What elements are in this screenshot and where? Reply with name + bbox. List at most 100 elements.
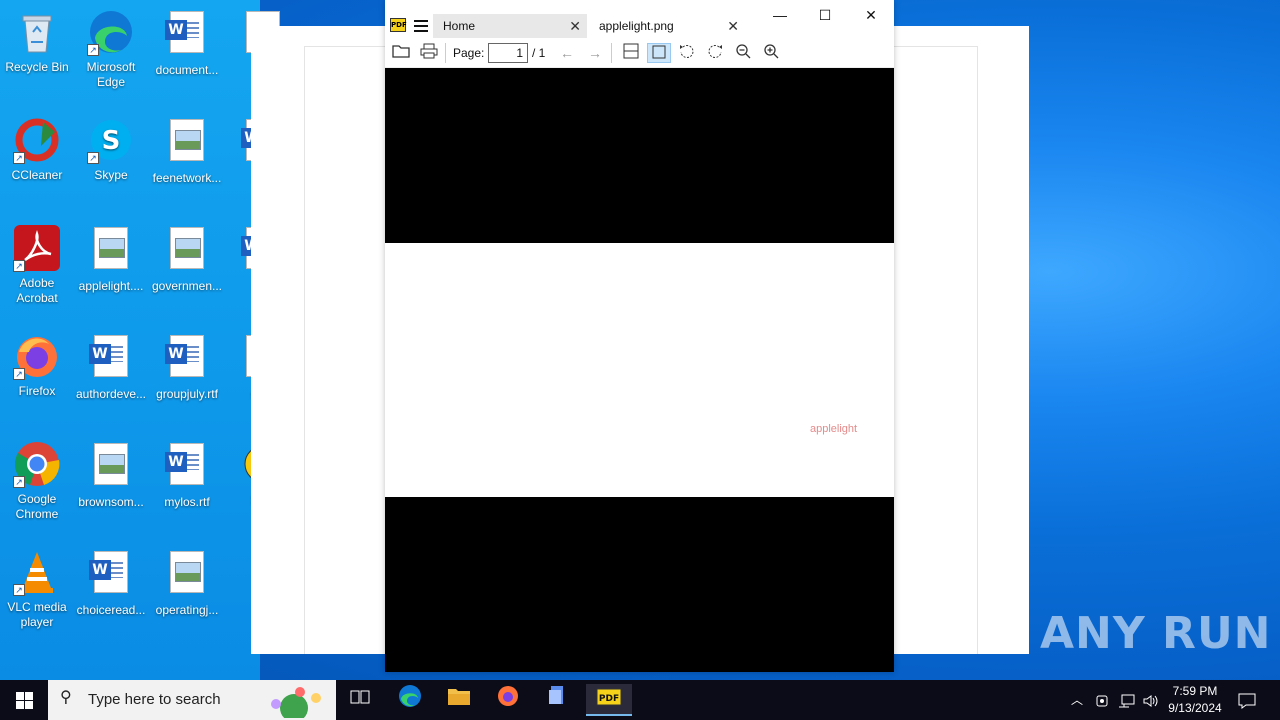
icon-label: Skype [94, 168, 128, 182]
meet-now-icon[interactable] [1095, 680, 1111, 720]
desktop-icon-ccleaner[interactable]: ↗ CCleaner [0, 116, 74, 183]
desktop-icon-governmen[interactable]: governmen... [150, 224, 224, 294]
zoom-out-icon[interactable] [732, 43, 754, 63]
firefox-icon: ↗ [13, 332, 61, 380]
icon-label: choiceread... [76, 603, 146, 617]
search-icon: ⚲ [60, 689, 72, 706]
desktop-icon-skype[interactable]: S ↗ Skype [74, 116, 148, 183]
page-number-input[interactable]: 1 [488, 43, 528, 63]
icon-label: Firefox [18, 384, 56, 398]
desktop-icon-vlc[interactable]: ↗ VLC media player [0, 548, 74, 630]
zoom-in-icon[interactable] [760, 43, 782, 63]
fit-width-icon[interactable] [620, 43, 642, 63]
tab-applelight[interactable]: applelight.png ✕ [589, 14, 745, 38]
icon-label: operatingj... [155, 603, 219, 617]
icon-label: Adobe Acrobat [16, 276, 58, 305]
icon-label: CCleaner [11, 168, 63, 182]
close-tab-icon[interactable]: ✕ [727, 14, 739, 38]
desktop-icon-applelight[interactable]: applelight.... [74, 224, 148, 294]
image-file-icon [87, 443, 135, 491]
clock-time: 7:59 PM [1172, 684, 1218, 698]
fit-page-icon[interactable] [647, 43, 671, 63]
desktop-icon-feenetwork[interactable]: feenetwork... [150, 116, 224, 186]
open-folder-icon[interactable] [391, 43, 411, 63]
search-highlight-icon [264, 684, 330, 720]
taskbar-clock[interactable]: 7:59 PM 9/13/2024 [1160, 683, 1230, 717]
word-doc-icon [87, 551, 135, 599]
word-doc-icon [163, 443, 211, 491]
tab-home[interactable]: Home ✕ [433, 14, 587, 38]
desktop-icon-microsoft-edge[interactable]: ↗ Microsoft Edge [74, 8, 148, 90]
task-view-icon[interactable] [340, 684, 380, 716]
page-total: / 1 [532, 46, 546, 60]
svg-text:S: S [102, 126, 121, 156]
start-button[interactable] [0, 680, 48, 720]
image-file-icon [163, 551, 211, 599]
chrome-icon: ↗ [13, 440, 61, 488]
desktop: Recycle Bin ↗ CCleaner ↗ Adobe Acrobat ↗… [0, 0, 1280, 680]
close-window-button[interactable]: ✕ [856, 4, 886, 26]
image-caption: applelight [810, 423, 858, 435]
desktop-icon-google-chrome[interactable]: ↗ Google Chrome [0, 440, 74, 522]
desktop-icon-recycle-bin[interactable]: Recycle Bin [0, 8, 74, 75]
pdf-viewer-window[interactable]: PDF Home ✕ applelight.png ✕ — ☐ ✕ Page: [385, 0, 894, 672]
desktop-icon-groupjuly[interactable]: groupjuly.rtf [150, 332, 224, 402]
tab-label: applelight.png [599, 19, 674, 33]
recycle-bin-icon [13, 8, 61, 56]
desktop-icon-mylos[interactable]: mylos.rtf [150, 440, 224, 510]
app-taskbar-icon[interactable] [537, 684, 577, 716]
menu-icon[interactable] [414, 20, 428, 32]
file-explorer-icon[interactable] [439, 684, 479, 716]
minimize-button[interactable]: — [765, 4, 795, 26]
network-icon[interactable] [1118, 680, 1136, 720]
rotate-left-icon[interactable] [676, 43, 698, 63]
icon-label: VLC media player [7, 600, 67, 629]
image-file-icon [163, 227, 211, 275]
image-file-icon [163, 119, 211, 167]
desktop-icon-adobe-acrobat[interactable]: ↗ Adobe Acrobat [0, 224, 74, 306]
vlc-icon: ↗ [13, 548, 61, 596]
rotate-right-icon[interactable] [704, 43, 726, 63]
icon-label: Microsoft Edge [86, 60, 136, 89]
edge-taskbar-icon[interactable] [390, 684, 430, 716]
icon-label: authordeve... [75, 387, 147, 401]
firefox-taskbar-icon[interactable] [488, 684, 528, 716]
print-icon[interactable] [419, 43, 439, 63]
desktop-icon-authordeve[interactable]: authordeve... [74, 332, 148, 402]
desktop-icon-brownsom[interactable]: brownsom... [74, 440, 148, 510]
desktop-icon-document[interactable]: document... [150, 8, 224, 78]
previous-page-icon[interactable]: ← [557, 43, 577, 63]
ccleaner-icon: ↗ [13, 116, 61, 164]
icon-label: feenetwork... [152, 171, 222, 185]
taskbar-search-box[interactable]: ⚲ Type here to search [48, 680, 336, 720]
icon-label: applelight.... [78, 279, 144, 293]
close-tab-icon[interactable]: ✕ [569, 14, 581, 38]
word-doc-icon [87, 335, 135, 383]
clock-date: 9/13/2024 [1168, 701, 1222, 715]
volume-icon[interactable] [1142, 680, 1160, 720]
desktop-icon-firefox[interactable]: ↗ Firefox [0, 332, 74, 399]
title-bar[interactable]: PDF Home ✕ applelight.png ✕ — ☐ ✕ [385, 0, 894, 38]
image-black-region-top [385, 68, 894, 243]
icon-label: governmen... [151, 279, 223, 293]
taskbar: ⚲ Type here to search PDF ︿ 7:59 PM 9/13… [0, 680, 1280, 720]
edge-icon: ↗ [87, 8, 135, 56]
document-view[interactable]: applelight [385, 68, 894, 672]
tab-label: Home [443, 19, 476, 33]
notifications-icon[interactable] [1238, 680, 1256, 720]
page-label: Page: [453, 46, 485, 60]
acrobat-icon: ↗ [13, 224, 61, 272]
show-hidden-icons-icon[interactable]: ︿ [1071, 680, 1083, 720]
next-page-icon[interactable]: → [585, 43, 605, 63]
anyrun-watermark: ANY RUN [1040, 608, 1272, 659]
desktop-icon-operatingj[interactable]: operatingj... [150, 548, 224, 618]
search-placeholder: Type here to search [88, 691, 221, 708]
desktop-icon-choiceread[interactable]: choiceread... [74, 548, 148, 618]
image-file-icon [87, 227, 135, 275]
word-doc-icon [163, 11, 211, 59]
maximize-button[interactable]: ☐ [810, 4, 840, 26]
image-black-region-bottom [385, 497, 894, 672]
icon-label: groupjuly.rtf [156, 387, 218, 401]
icon-label: Google Chrome [15, 492, 59, 521]
pdf-viewer-taskbar-icon[interactable]: PDF [586, 684, 632, 716]
